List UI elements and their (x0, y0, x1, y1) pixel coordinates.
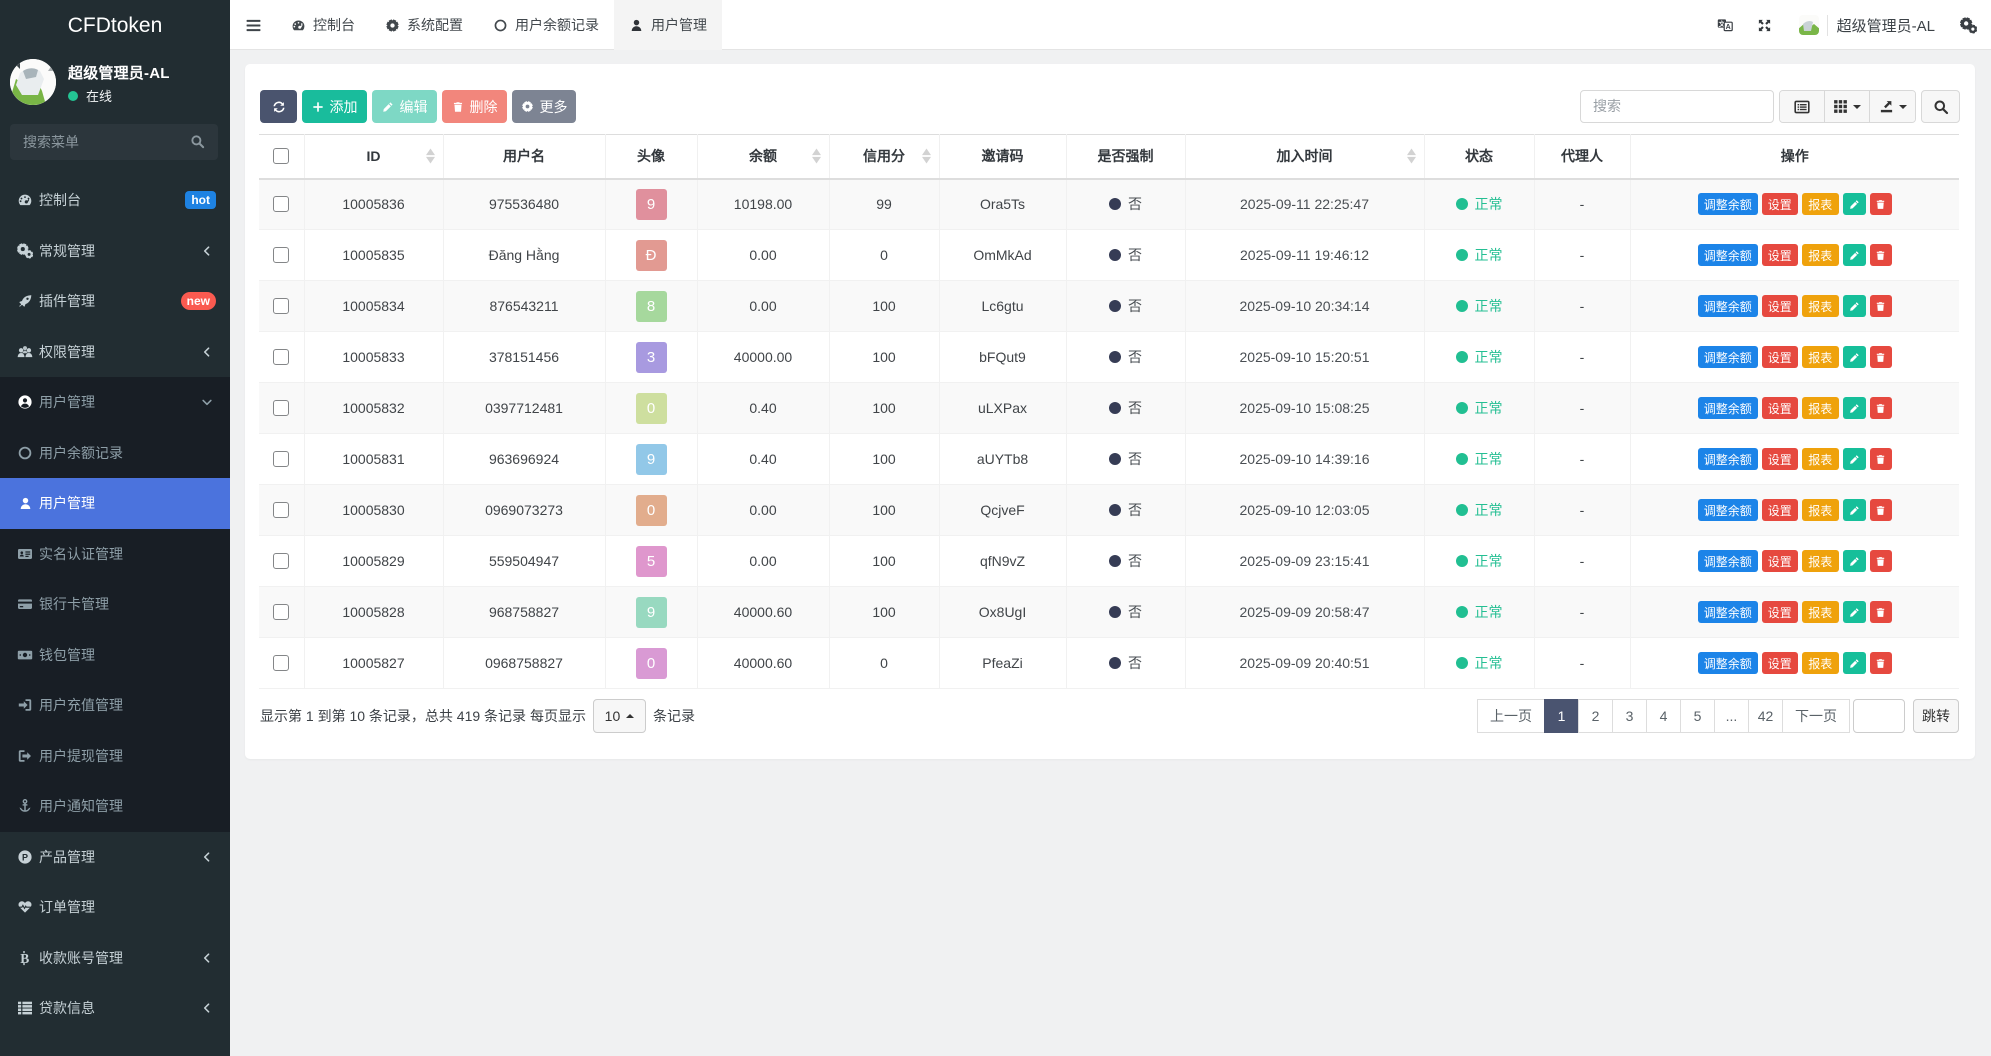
svg-text:B: B (20, 951, 29, 966)
svg-text:P: P (22, 852, 28, 862)
svg-text:A: A (1725, 24, 1730, 31)
